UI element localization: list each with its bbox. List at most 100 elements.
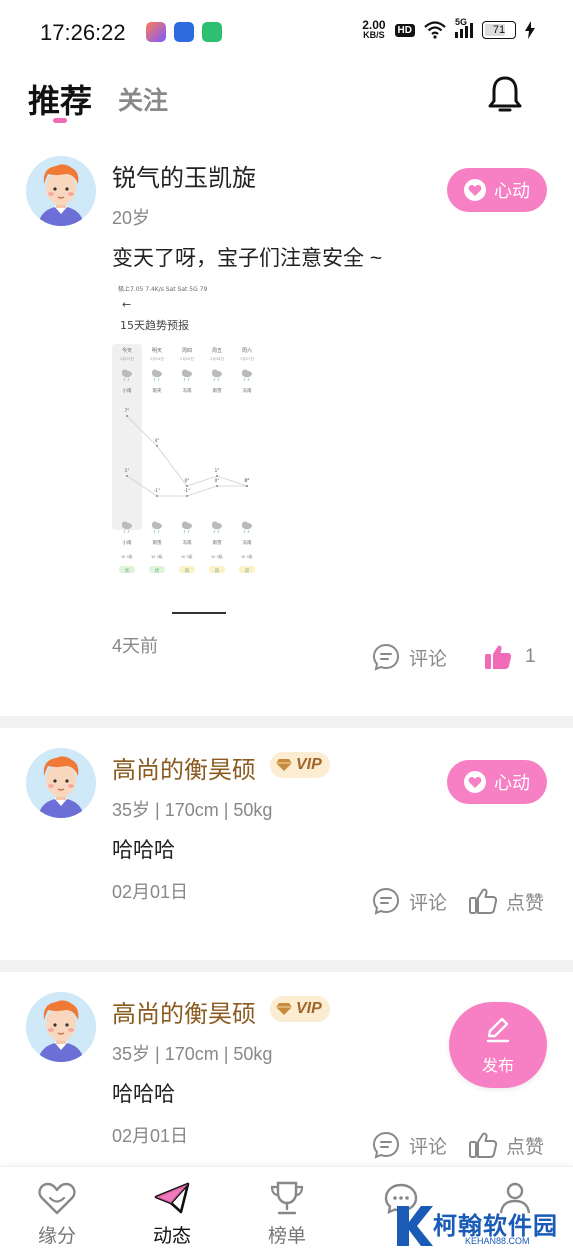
forecast-wind: W 3级 (181, 554, 192, 559)
forecast-night-weather: 小雨 (123, 539, 132, 546)
post-username[interactable]: 高尚的衡昊硕 (112, 750, 256, 785)
forecast-date-label: 2月13日 (120, 356, 134, 361)
rain-cloud-icon (122, 369, 132, 382)
post-divider (0, 716, 573, 728)
notification-bell-icon[interactable] (487, 74, 523, 114)
like-button[interactable]: 点赞 (468, 1130, 544, 1160)
post-image[interactable]: 极上7.05 7.4K/s Sat Sat 5G 79 ← 15天趋势预报 今天… (112, 280, 272, 620)
forecast-date-label: 2月16日 (210, 356, 224, 361)
thumbs-up-filled-icon (485, 645, 512, 669)
heart-button[interactable]: 心动 (447, 168, 547, 212)
nav-label: 动态 (152, 1226, 191, 1247)
image-underline (172, 612, 226, 614)
nav-item-bangdan[interactable]: 榜单 (247, 1179, 327, 1248)
comment-label: 评论 (409, 1136, 448, 1158)
avatar-illustration (26, 748, 96, 818)
temp-point (156, 495, 158, 497)
post-username[interactable]: 高尚的衡昊硕 (112, 994, 256, 1029)
post-divider (0, 960, 573, 972)
comment-button[interactable]: 评论 (371, 1130, 447, 1160)
high-temp-line (126, 415, 248, 487)
temp-point (216, 485, 218, 487)
high-temp-label: 4° (154, 438, 159, 444)
rain-cloud-icon (182, 521, 192, 534)
like-label: 点赞 (506, 892, 545, 914)
temp-point (156, 445, 158, 447)
network-type: 5G (455, 16, 468, 27)
forecast-day-weather: 雨雪 (213, 388, 222, 394)
status-right-group: 2.00 KB/S HD 5G 71 (362, 17, 535, 40)
rain-cloud-icon (122, 521, 132, 534)
like-count: 1 (525, 646, 536, 667)
heart-button[interactable]: 心动 (447, 760, 547, 804)
tab-recommend[interactable]: 推荐 (28, 76, 92, 122)
trophy-icon (270, 1181, 304, 1215)
post-user-meta: 20岁 (112, 208, 151, 228)
low-temp-label: 0° (214, 478, 219, 484)
high-temp-label: 0° (184, 478, 189, 484)
nav-label: 缘分 (37, 1226, 76, 1247)
forecast-wind: W 3级 (151, 554, 162, 559)
like-label: 点赞 (506, 1136, 545, 1158)
comment-icon (372, 643, 400, 671)
forecast-date-label: 2月17日 (240, 356, 254, 361)
rain-cloud-icon (182, 369, 192, 382)
heart-button-label: 心动 (494, 773, 530, 793)
forecast-wind: W 3级 (241, 554, 252, 559)
post-card[interactable]: 锐气的玉凯旋 20岁 心动 变天了呀，宝子们注意安全 ~ 极上7.05 7.4K… (0, 140, 573, 716)
rain-cloud-icon (242, 521, 252, 534)
vip-badge: VIP (270, 752, 330, 778)
temp-point (126, 475, 128, 477)
net-speed-value: 2.00 (362, 18, 386, 32)
low-temp-label: 0° (244, 478, 249, 484)
forecast-chart: 今天 2月13日小雨 明天 2月14日雨夹 周四 2月15日冻雨 周五 2月16日雨雪 周六 2月… (119, 347, 255, 574)
high-temp-label: 7° (124, 408, 129, 414)
temp-point (216, 475, 218, 477)
top-tab-bar: 推荐 关注 (0, 66, 573, 130)
tab-active-indicator (53, 118, 67, 123)
forecast-day-weather: 小雨 (123, 387, 132, 394)
tab-follow[interactable]: 关注 (118, 81, 168, 117)
cellular-signal: 5G (455, 17, 473, 38)
forecast-day-weather: 雨夹 (153, 387, 162, 394)
nav-item-yuanfen[interactable]: 缘分 (17, 1179, 97, 1248)
publish-button[interactable]: 发布 (449, 1002, 547, 1088)
diamond-icon (276, 759, 292, 771)
post-time: 4天前 (112, 636, 159, 656)
aqi-label: 良 (245, 567, 250, 574)
vip-badge: VIP (270, 996, 330, 1022)
site-watermark: 柯翰软件园 KEHAN88.COM (393, 1200, 563, 1252)
status-time: 17:26:22 (40, 20, 126, 45)
comment-button[interactable]: 评论 (371, 886, 447, 916)
avatar[interactable] (26, 156, 96, 226)
post-card[interactable]: 高尚的衡昊硕 VIP 35岁 | 170cm | 50kg 心动 哈哈哈 02月… (0, 728, 573, 960)
nav-item-dongtai[interactable]: 动态 (132, 1179, 212, 1248)
rain-cloud-icon (242, 369, 252, 382)
aqi-label: 良 (215, 567, 220, 574)
post-username[interactable]: 锐气的玉凯旋 (112, 158, 256, 193)
post-text: 变天了呀，宝子们注意安全 ~ (112, 247, 383, 270)
avatar[interactable] (26, 748, 96, 818)
forecast-night-weather: 冻雨 (183, 539, 192, 546)
nav-label: 榜单 (267, 1226, 306, 1247)
rain-cloud-icon (212, 521, 222, 534)
heart-outline-icon (38, 1182, 76, 1215)
rain-cloud-icon (152, 369, 162, 382)
forecast-day-label: 周五 (212, 348, 222, 354)
comment-label: 评论 (409, 648, 448, 670)
post-time: 02月01日 (112, 882, 189, 902)
like-button[interactable]: 点赞 (468, 886, 544, 916)
network-speed: 2.00 KB/S (362, 18, 386, 40)
comment-button[interactable]: 评论 (371, 642, 447, 672)
image-forecast-title: 15天趋势预报 (120, 319, 189, 332)
app-notification-icon-3 (202, 22, 222, 42)
temp-point (186, 485, 188, 487)
forecast-night-weather: 雨雪 (153, 540, 162, 546)
forecast-date-label: 2月14日 (150, 356, 164, 361)
post-user-meta: 35岁 | 170cm | 50kg (112, 800, 273, 820)
post-user-meta: 35岁 | 170cm | 50kg (112, 1044, 273, 1064)
avatar[interactable] (26, 992, 96, 1062)
app-notification-icon-2 (174, 22, 194, 42)
like-button[interactable]: 1 (483, 642, 536, 672)
charging-icon (525, 21, 535, 39)
